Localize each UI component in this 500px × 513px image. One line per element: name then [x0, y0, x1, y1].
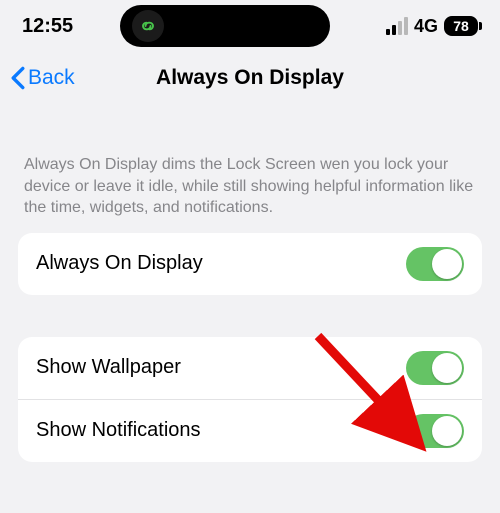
section-description: Always On Display dims the Lock Screen w…	[18, 104, 482, 233]
settings-group-options: Show Wallpaper Show Notifications	[18, 337, 482, 462]
toggle-always-on-display[interactable]	[406, 247, 464, 281]
row-show-wallpaper: Show Wallpaper	[18, 337, 482, 399]
battery-level: 78	[444, 16, 478, 36]
row-label: Show Notifications	[36, 419, 201, 442]
row-always-on-display: Always On Display	[18, 233, 482, 295]
network-type: 4G	[414, 16, 438, 37]
settings-group-main: Always On Display	[18, 233, 482, 295]
toggle-show-notifications[interactable]	[406, 414, 464, 448]
dynamic-island	[120, 5, 330, 47]
signal-strength-icon	[386, 17, 408, 35]
row-label: Show Wallpaper	[36, 356, 181, 379]
toggle-show-wallpaper[interactable]	[406, 351, 464, 385]
row-label: Always On Display	[36, 252, 203, 275]
row-show-notifications: Show Notifications	[18, 399, 482, 462]
status-bar: 12:55 4G 78	[0, 0, 500, 52]
app-indicator	[132, 10, 164, 42]
status-time: 12:55	[22, 15, 112, 38]
link-icon	[138, 16, 158, 36]
nav-bar: Back Always On Display	[0, 52, 500, 104]
page-title: Always On Display	[0, 66, 500, 90]
